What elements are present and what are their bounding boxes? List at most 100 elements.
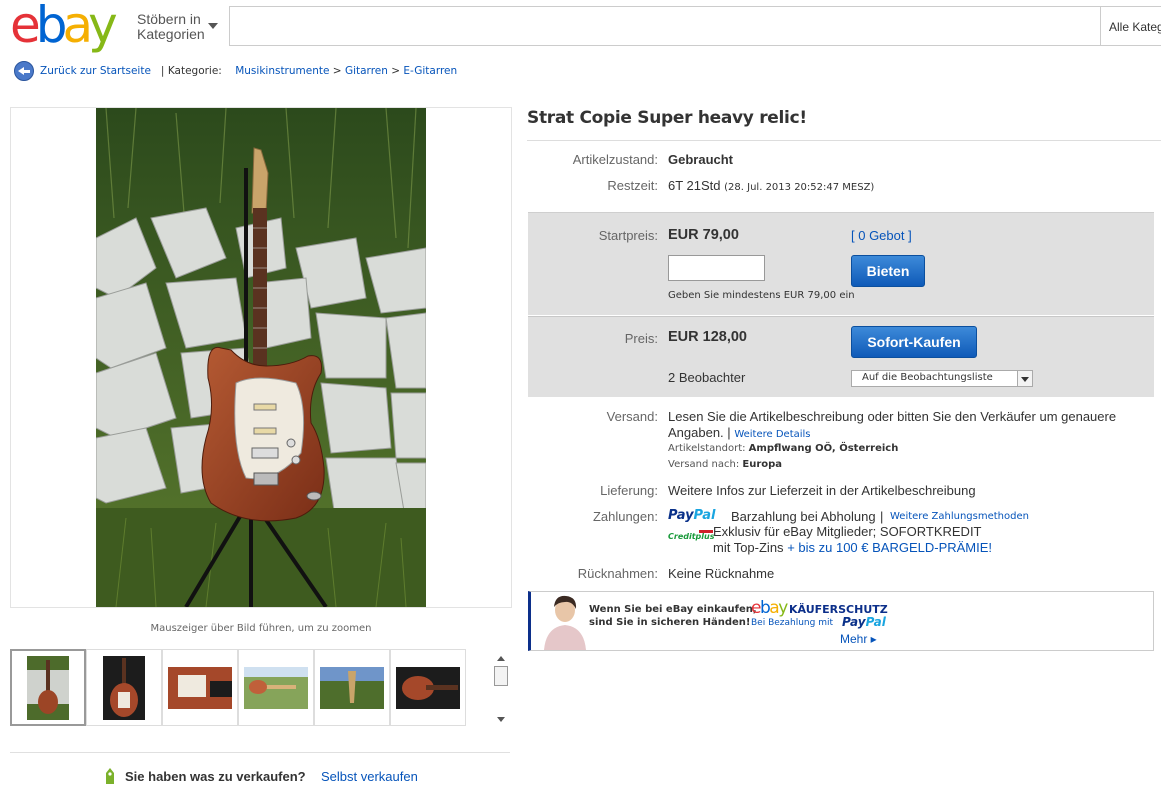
back-arrow-icon[interactable]: [14, 61, 34, 81]
banner-paypal-logo: PayPal: [842, 615, 886, 629]
location-label: Artikelstandort:: [668, 443, 746, 454]
browse-line-1: Stöbern in: [137, 11, 201, 27]
credit-line-1: Exklusiv für eBay Mitglieder; SOFORTKRED…: [713, 524, 982, 539]
banner-logo-b: b: [759, 598, 771, 618]
item-title: Strat Copie Super heavy relic!: [527, 108, 807, 128]
item-location: Artikelstandort: Ampflwang OÖ, Österreic…: [668, 443, 898, 454]
remaining-label: Restzeit:: [607, 178, 658, 193]
shipping-label: Versand:: [606, 409, 658, 424]
bid-amount-input[interactable]: [668, 255, 765, 281]
remaining-end-date: (28. Jul. 2013 20:52:47 MESZ): [724, 182, 875, 193]
sell-yourself-link[interactable]: Selbst verkaufen: [321, 769, 418, 784]
banner-logo-a: a: [769, 598, 779, 618]
browse-line-2: Kategorien: [137, 26, 205, 42]
category-label: Kategorie:: [167, 65, 222, 77]
zoom-hint: Mauszeiger über Bild führen, um zu zoome…: [150, 623, 372, 634]
divider: [10, 752, 510, 753]
thumbnail[interactable]: [314, 649, 390, 726]
search-input[interactable]: [229, 6, 1101, 46]
thumbnail[interactable]: [86, 649, 162, 726]
breadcrumb-divider: |: [160, 65, 165, 77]
creditplus-logo-mark: [699, 530, 713, 533]
credit-line-2: mit Top-Zins: [713, 540, 784, 555]
shipping-text-line2: Angaben.: [668, 425, 724, 440]
returns-value: Keine Rücknahme: [668, 566, 775, 581]
shipping-details-link[interactable]: Weitere Details: [734, 429, 810, 440]
start-price: EUR 79,00: [668, 227, 739, 243]
breadcrumb-separator: >: [391, 65, 401, 77]
breadcrumb-e-gitarren[interactable]: E-Gitarren: [403, 65, 457, 77]
buy-now-button[interactable]: Sofort-Kaufen: [851, 326, 977, 358]
divider: [527, 140, 1161, 141]
thumbnail[interactable]: [390, 649, 466, 726]
sell-question: Sie haben was zu verkaufen?: [125, 769, 306, 784]
condition-value: Gebraucht: [668, 152, 734, 167]
banner-more-link[interactable]: Mehr ▸: [840, 632, 877, 646]
scroll-grip[interactable]: [494, 666, 508, 686]
watchers-count: 2 Beobachter: [668, 370, 746, 385]
browse-categories-button[interactable]: Stöbern in Kategorien: [137, 12, 205, 42]
credit-bonus-link[interactable]: + bis zu 100 € BARGELD-PRÄMIE!: [787, 540, 992, 555]
thumbnail[interactable]: [10, 649, 86, 726]
thumbnail[interactable]: [238, 649, 314, 726]
payment-label: Zahlungen:: [592, 509, 658, 524]
caret-down-icon[interactable]: [208, 23, 218, 29]
banner-line-2: sind Sie in sicheren Händen!: [589, 617, 751, 628]
delivery-value: Weitere Infos zur Lieferzeit in der Arti…: [668, 483, 976, 498]
remaining-value: 6T 21Std: [668, 178, 721, 193]
payment-cash: Barzahlung bei Abholung: [731, 509, 876, 524]
logo-letter-e: e: [10, 0, 41, 54]
remaining-time: 6T 21Std (28. Jul. 2013 20:52:47 MESZ): [668, 178, 874, 193]
breadcrumb-gitarren[interactable]: Gitarren: [345, 65, 388, 77]
paypal-logo-pal: Pal: [693, 508, 716, 523]
thumbnail[interactable]: [162, 649, 238, 726]
ships-to-value: Europa: [742, 459, 783, 470]
search-category-select[interactable]: Alle Kategorien: [1100, 6, 1161, 46]
breadcrumb-musikinstrumente[interactable]: Musikinstrumente: [235, 65, 329, 77]
ships-to: Versand nach: Europa: [668, 459, 782, 470]
payment-divider: |: [880, 509, 884, 524]
thumbnail-strip: [10, 649, 466, 726]
chevron-down-icon[interactable]: [1017, 371, 1032, 386]
banner-slogan: Wenn Sie bei eBay einkaufen, sind Sie in…: [589, 603, 757, 629]
watchlist-select[interactable]: Auf die Beobachtungsliste: [851, 370, 1033, 387]
banner-paypal-prefix: Bei Bezahlung mit: [751, 618, 834, 628]
returns-label: Rücknahmen:: [577, 566, 658, 581]
bids-link[interactable]: [ 0 Gebot ]: [851, 228, 912, 243]
bid-hint: Geben Sie mindestens EUR 79,00 ein: [668, 290, 855, 301]
shipping-text-line1: Lesen Sie die Artikelbeschreibung oder b…: [668, 409, 1117, 424]
price-tag-icon: [104, 767, 116, 785]
buy-now-panel: [528, 316, 1154, 397]
price-label: Preis:: [624, 331, 658, 346]
banner-paypal-pay: Pay: [842, 615, 866, 629]
logo-letter-y: y: [88, 0, 118, 54]
banner-line-1: Wenn Sie bei eBay einkaufen,: [589, 604, 757, 615]
bid-button[interactable]: Bieten: [851, 255, 925, 287]
banner-paypal-pal: Pal: [865, 615, 886, 629]
scroll-down-icon[interactable]: [497, 717, 505, 722]
banner-ebay-logo: ebay: [751, 598, 788, 618]
watchlist-select-label: Auf die Beobachtungsliste: [862, 372, 993, 383]
sell-question-text: Sie haben was zu verkaufen?: [125, 769, 306, 784]
scroll-up-icon[interactable]: [497, 656, 505, 661]
banner-person-image: [540, 593, 590, 650]
condition-label: Artikelzustand:: [572, 152, 658, 167]
banner-logo-y: y: [778, 598, 788, 618]
paypal-logo: PayPal: [668, 508, 715, 523]
credit-offer: Exklusiv für eBay Mitglieder; SOFORTKRED…: [713, 524, 992, 556]
back-to-home-link[interactable]: Zurück zur Startseite: [40, 65, 151, 77]
breadcrumb-separator: >: [332, 65, 342, 77]
creditplus-logo: Creditplus: [668, 532, 715, 541]
logo-letter-a: a: [62, 0, 94, 54]
paypal-logo-pay: Pay: [668, 508, 694, 523]
delivery-label: Lieferung:: [600, 483, 658, 498]
banner-logo-e: e: [751, 598, 761, 618]
breadcrumb: Zurück zur Startseite | Kategorie: Musik…: [40, 65, 457, 77]
buy-now-price: EUR 128,00: [668, 329, 747, 345]
shipping-text: Lesen Sie die Artikelbeschreibung oder b…: [668, 409, 1128, 443]
thumbnail-scrollbar[interactable]: [493, 649, 509, 726]
main-product-image[interactable]: [96, 108, 426, 607]
shipping-divider: |: [727, 425, 731, 440]
ebay-logo[interactable]: e b a y: [10, 0, 118, 54]
more-payment-methods-link[interactable]: Weitere Zahlungsmethoden: [890, 511, 1029, 522]
